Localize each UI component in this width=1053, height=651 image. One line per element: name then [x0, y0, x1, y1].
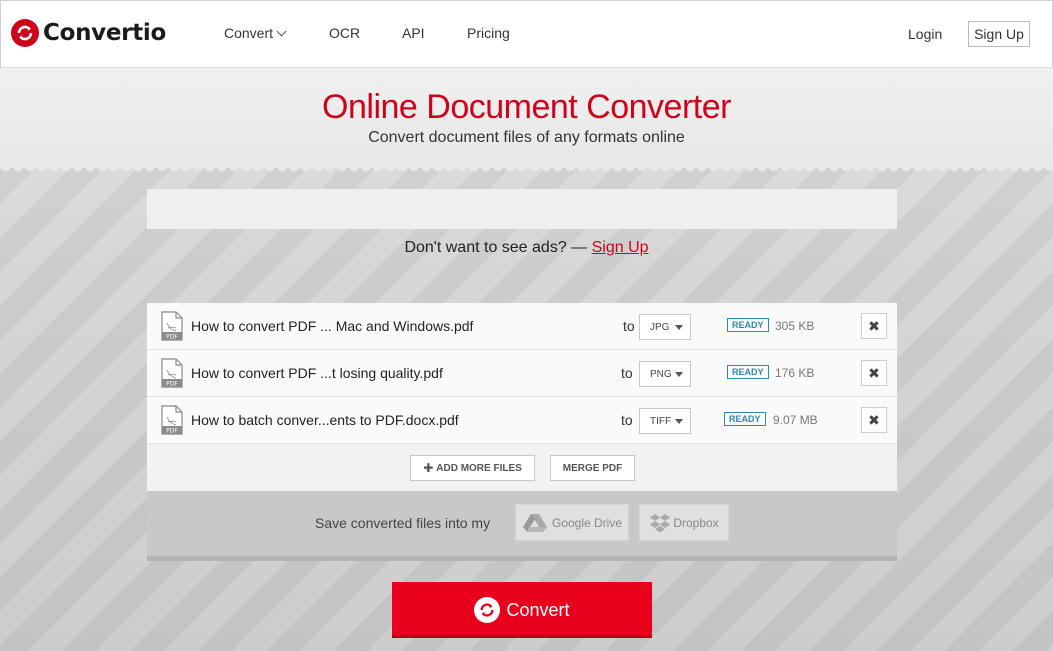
file-row: PDF How to batch conver...ents to PDF.do… — [147, 397, 897, 444]
convertio-logo[interactable]: Convertio — [11, 19, 166, 47]
status-badge: READY — [727, 365, 769, 379]
close-icon: ✖ — [868, 411, 880, 428]
file-name: How to convert PDF ... Mac and Windows.p… — [191, 318, 474, 334]
svg-text:PDF: PDF — [166, 428, 178, 435]
google-drive-button[interactable]: Google Drive — [515, 504, 629, 541]
chevron-down-icon — [276, 26, 287, 37]
format-value: JPG — [650, 321, 670, 333]
login-link[interactable]: Login — [908, 26, 942, 42]
format-value: PNG — [650, 368, 672, 380]
caret-down-icon — [675, 325, 683, 330]
nav-ocr[interactable]: OCR — [329, 25, 360, 41]
logo-text: Convertio — [43, 20, 166, 46]
to-label: to — [623, 318, 635, 334]
google-drive-label: Google Drive — [551, 515, 623, 530]
add-more-files-button[interactable]: ✚ ADD MORE FILES — [410, 455, 535, 481]
svg-text:PDF: PDF — [166, 381, 178, 388]
convert-label: Convert — [506, 599, 570, 620]
format-select[interactable]: TIFF — [639, 408, 691, 434]
close-icon: ✖ — [868, 317, 880, 334]
convertio-logo-icon — [11, 19, 39, 47]
status-badge: READY — [727, 318, 769, 332]
page-subtitle: Convert document files of any formats on… — [368, 129, 685, 146]
convert-button[interactable]: Convert — [392, 582, 652, 638]
merge-pdf-button[interactable]: MERGE PDF — [550, 455, 635, 481]
format-select[interactable]: JPG — [639, 314, 691, 340]
pdf-file-icon: PDF — [161, 358, 183, 388]
caret-down-icon — [675, 372, 683, 377]
no-ads-notice: Don't want to see ads? — Sign Up — [0, 239, 1053, 257]
nav-convert[interactable]: Convert — [224, 25, 287, 41]
remove-file-button[interactable]: ✖ — [861, 313, 887, 339]
to-label: to — [621, 365, 633, 381]
plus-icon: ✚ — [423, 461, 434, 475]
file-row: PDF How to convert PDF ... Mac and Windo… — [147, 303, 897, 350]
svg-text:PDF: PDF — [166, 334, 178, 341]
nav-api[interactable]: API — [402, 25, 425, 41]
page-title: Online Document Converter — [322, 88, 731, 126]
no-ads-signup-link[interactable]: Sign Up — [592, 239, 649, 256]
file-name: How to convert PDF ...t losing quality.p… — [191, 365, 443, 381]
status-badge: READY — [724, 412, 766, 426]
file-size: 9.07 MB — [773, 413, 818, 427]
nav-convert-label: Convert — [224, 25, 274, 41]
top-header: Convertio Convert OCR API Pricing Login … — [0, 0, 1053, 68]
pdf-file-icon: PDF — [161, 311, 183, 341]
file-size: 176 KB — [775, 366, 815, 380]
google-drive-icon — [522, 513, 547, 532]
dropbox-label: Dropbox — [673, 515, 719, 530]
format-select[interactable]: PNG — [639, 361, 691, 387]
signup-button[interactable]: Sign Up — [968, 21, 1030, 47]
ad-placeholder — [147, 189, 897, 229]
save-to-label: Save converted files into my — [315, 515, 491, 531]
to-label: to — [621, 412, 633, 428]
caret-down-icon — [675, 419, 683, 424]
nav-pricing[interactable]: Pricing — [467, 25, 510, 41]
format-value: TIFF — [650, 415, 672, 427]
file-list: PDF How to convert PDF ... Mac and Windo… — [147, 303, 897, 491]
remove-file-button[interactable]: ✖ — [861, 407, 887, 433]
close-icon: ✖ — [868, 364, 880, 381]
remove-file-button[interactable]: ✖ — [861, 360, 887, 386]
dropbox-icon — [650, 513, 671, 532]
file-actions: ✚ ADD MORE FILES MERGE PDF — [147, 444, 897, 491]
add-more-files-label: ADD MORE FILES — [436, 462, 522, 474]
file-name: How to batch conver...ents to PDF.docx.p… — [191, 412, 459, 428]
file-row: PDF How to convert PDF ...t losing quali… — [147, 350, 897, 397]
convert-icon — [474, 597, 501, 623]
dropbox-button[interactable]: Dropbox — [639, 504, 729, 541]
pdf-file-icon: PDF — [161, 405, 183, 435]
file-size: 305 KB — [775, 319, 815, 333]
no-ads-text: Don't want to see ads? — — [404, 239, 592, 256]
save-to-cloud-bar: Save converted files into my Google Driv… — [147, 491, 897, 561]
